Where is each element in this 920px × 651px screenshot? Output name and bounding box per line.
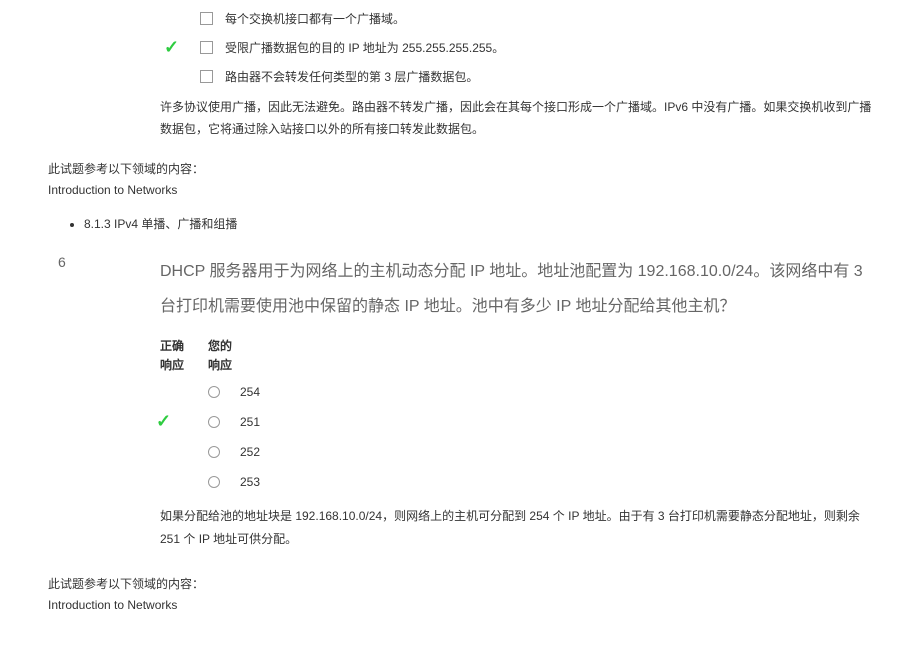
reference-title: 此试题参考以下领域的内容： (48, 160, 880, 177)
answer-header: 正确 响应 您的 响应 (160, 337, 880, 375)
checkbox-icon[interactable] (200, 70, 213, 83)
checkbox-icon[interactable] (200, 41, 213, 54)
option-text: 251 (240, 415, 260, 429)
option-text: 252 (240, 445, 260, 459)
option-text: 路由器不会转发任何类型的第 3 层广播数据包。 (225, 68, 478, 85)
header-your: 您的 响应 (208, 337, 256, 375)
check-icon: ✓ (164, 37, 179, 58)
question-number: 6 (58, 254, 66, 270)
q5-explanation: 许多协议使用广播，因此无法避免。路由器不转发广播，因此会在其每个接口形成一个广播… (160, 97, 880, 140)
q5-option-3: 路由器不会转发任何类型的第 3 层广播数据包。 (200, 68, 880, 85)
radio-icon[interactable] (208, 476, 220, 488)
q5-option-1: 每个交换机接口都有一个广播域。 (200, 10, 880, 27)
reference-bullet: 8.1.3 IPv4 单播、广播和组播 (84, 215, 880, 232)
question-text: DHCP 服务器用于为网络上的主机动态分配 IP 地址。地址池配置为 192.1… (160, 254, 880, 324)
radio-icon[interactable] (208, 416, 220, 428)
question-6: 6 DHCP 服务器用于为网络上的主机动态分配 IP 地址。地址池配置为 192… (40, 254, 880, 550)
header-correct: 正确 响应 (160, 337, 208, 375)
q5-option-2: ✓ 受限广播数据包的目的 IP 地址为 255.255.255.255。 (200, 39, 880, 56)
check-icon: ✓ (156, 411, 171, 432)
q6-option-2: ✓ 251 (208, 415, 880, 429)
radio-icon[interactable] (208, 446, 220, 458)
option-text: 受限广播数据包的目的 IP 地址为 255.255.255.255。 (225, 39, 504, 56)
reference-section-2: 此试题参考以下领域的内容： Introduction to Networks (48, 575, 880, 612)
reference-section-1: 此试题参考以下领域的内容： Introduction to Networks 8… (48, 160, 880, 232)
q6-option-3: 252 (208, 445, 880, 459)
reference-content: Introduction to Networks (48, 598, 880, 612)
q6-option-4: 253 (208, 475, 880, 489)
q6-explanation: 如果分配给池的地址块是 192.168.10.0/24，则网络上的主机可分配到 … (160, 505, 880, 551)
reference-title: 此试题参考以下领域的内容： (48, 575, 880, 592)
option-text: 254 (240, 385, 260, 399)
checkbox-icon[interactable] (200, 12, 213, 25)
option-text: 每个交换机接口都有一个广播域。 (225, 10, 405, 27)
radio-icon[interactable] (208, 386, 220, 398)
reference-content: Introduction to Networks (48, 183, 880, 197)
q6-option-1: 254 (208, 385, 880, 399)
option-text: 253 (240, 475, 260, 489)
